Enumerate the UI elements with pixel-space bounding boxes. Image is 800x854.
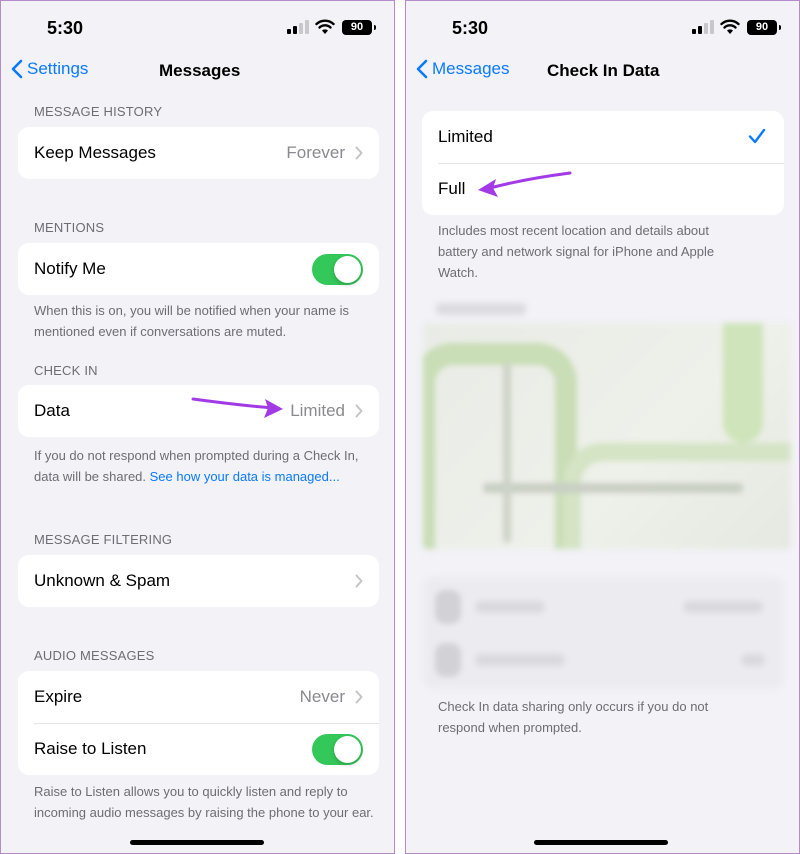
section-label-message-history: MESSAGE HISTORY — [34, 104, 163, 119]
row-label: Raise to Listen — [34, 739, 147, 758]
raise-to-listen-row: Raise to Listen — [18, 723, 379, 775]
status-bar: 5:30 90 — [1, 1, 394, 53]
checkmark-icon — [748, 128, 766, 144]
signal-icon — [287, 20, 309, 34]
group-check-in: Data Limited — [18, 385, 379, 437]
status-time: 5:30 — [452, 18, 489, 38]
home-indicator — [130, 840, 264, 845]
status-bar: 5:30 90 — [406, 1, 799, 53]
row-label: Keep Messages — [34, 143, 156, 162]
page-title: Check In Data — [547, 61, 660, 80]
full-option-description: Includes most recent location and detail… — [438, 223, 715, 280]
section-label-audio-messages: AUDIO MESSAGES — [34, 648, 155, 663]
data-options-group: Limited Full — [422, 111, 784, 215]
section-label-check-in: CHECK IN — [34, 363, 98, 378]
sharing-footer: Check In data sharing only occurs if you… — [438, 699, 709, 735]
data-row[interactable]: Data Limited — [18, 385, 379, 437]
row-value: Never — [299, 687, 345, 706]
section-label-mentions: MENTIONS — [34, 220, 105, 235]
group-audio-messages: Expire Never Raise to Listen — [18, 671, 379, 775]
see-data-link[interactable]: See how your data is managed... — [150, 469, 340, 484]
notify-me-row: Notify Me — [18, 243, 379, 295]
back-button[interactable]: Settings — [11, 59, 88, 79]
chevron-right-icon — [355, 146, 363, 160]
keep-messages-row[interactable]: Keep Messages Forever — [18, 127, 379, 179]
mentions-footnote: When this is on, you will be notified wh… — [34, 303, 350, 339]
nav-bar: Messages Check In Data — [406, 53, 799, 91]
nav-bar: Settings Messages — [1, 53, 394, 91]
section-label-message-filtering: MESSAGE FILTERING — [34, 532, 173, 547]
wifi-icon — [315, 19, 335, 34]
battery-icon: 90 — [747, 20, 781, 35]
status-time: 5:30 — [47, 18, 84, 38]
group-message-history: Keep Messages Forever — [18, 127, 379, 179]
blurred-map-label — [436, 303, 526, 315]
signal-icon — [692, 20, 714, 34]
chevron-left-icon — [416, 59, 428, 79]
group-mentions: Notify Me — [18, 243, 379, 295]
option-full[interactable]: Full — [422, 163, 784, 215]
chevron-left-icon — [11, 59, 23, 79]
option-limited[interactable]: Limited — [422, 111, 784, 163]
notify-me-toggle[interactable] — [312, 254, 363, 285]
battery-icon: 90 — [342, 20, 376, 35]
row-label: Unknown & Spam — [34, 571, 171, 590]
row-label: Notify Me — [34, 259, 106, 278]
page-title: Messages — [159, 61, 241, 80]
chevron-right-icon — [355, 690, 363, 704]
back-button[interactable]: Messages — [416, 59, 509, 79]
option-label: Limited — [438, 127, 493, 146]
row-label: Data — [34, 401, 70, 420]
group-message-filtering: Unknown & Spam — [18, 555, 379, 607]
row-value: Limited — [290, 401, 345, 420]
back-button-label: Messages — [432, 59, 510, 78]
blurred-map-preview — [423, 323, 791, 549]
row-value: Forever — [286, 143, 345, 162]
check-in-footnote: If you do not respond when prompted duri… — [34, 445, 374, 487]
wifi-icon — [720, 19, 740, 34]
chevron-right-icon — [355, 574, 363, 588]
expire-row[interactable]: Expire Never — [18, 671, 379, 723]
home-indicator — [534, 840, 668, 845]
row-label: Expire — [34, 687, 83, 706]
messages-settings-screen: 5:30 90 Settings Messages MESSAGE HISTOR… — [0, 0, 395, 854]
raise-to-listen-toggle[interactable] — [312, 734, 363, 765]
unknown-spam-row[interactable]: Unknown & Spam — [18, 555, 379, 607]
blurred-device-list — [423, 577, 784, 689]
back-button-label: Settings — [27, 59, 89, 78]
audio-footnote: Raise to Listen allows you to quickly li… — [34, 784, 374, 820]
check-in-data-screen: 5:30 90 Messages Check In Data Limited F… — [405, 0, 800, 854]
chevron-right-icon — [355, 404, 363, 418]
option-label: Full — [438, 179, 466, 198]
